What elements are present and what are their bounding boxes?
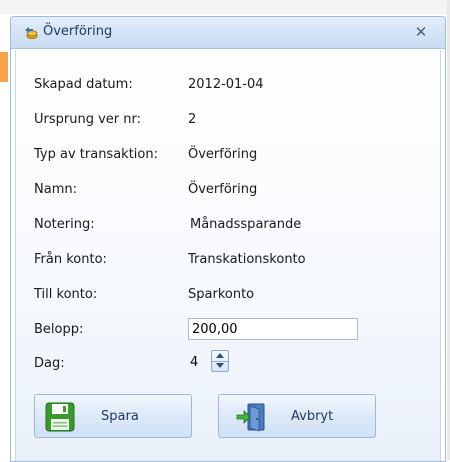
field-value: Sparkonto	[188, 287, 255, 302]
field-label: Typ av transaktion:	[34, 147, 158, 162]
background-strip	[0, 0, 450, 14]
arrow-up-icon	[216, 353, 224, 358]
cancel-button[interactable]: Avbryt	[218, 394, 376, 438]
field-value: Månadssparande	[190, 217, 302, 232]
field-label: Skapad datum:	[34, 77, 133, 92]
field-from-account: Från konto: Transkationskonto	[16, 250, 440, 270]
field-label: Från konto:	[34, 252, 107, 267]
field-label: Namn:	[34, 182, 77, 197]
field-label: Till konto:	[34, 287, 98, 302]
close-button[interactable]: ✕	[411, 23, 431, 41]
amount-label: Belopp:	[34, 322, 84, 337]
day-input[interactable]	[188, 352, 210, 372]
field-value: 2012-01-04	[188, 77, 264, 92]
field-value: Överföring	[188, 147, 258, 162]
cancel-button-label: Avbryt	[291, 409, 334, 424]
day-label: Dag:	[34, 356, 65, 371]
field-label: Ursprung ver nr:	[34, 112, 141, 127]
save-button[interactable]: Spara	[34, 394, 192, 438]
exit-door-icon	[235, 401, 267, 433]
transfer-coins-icon	[23, 24, 39, 40]
arrow-down-icon	[216, 363, 224, 368]
field-created-date: Skapad datum: 2012-01-04	[16, 75, 440, 95]
field-origin-ver-nr: Ursprung ver nr: 2	[16, 110, 440, 130]
save-button-label: Spara	[101, 409, 139, 424]
amount-input[interactable]	[188, 318, 358, 340]
stepper-down-button[interactable]	[212, 361, 228, 371]
floppy-disk-icon	[44, 401, 76, 433]
day-stepper[interactable]	[211, 350, 229, 372]
dialog-title: Överföring	[43, 24, 113, 39]
transfer-dialog: Överföring ✕ Skapad datum: 2012-01-04 Ur…	[10, 16, 446, 462]
field-label: Notering:	[34, 217, 95, 232]
field-note: Notering: Månadssparande	[16, 215, 440, 235]
field-value: Transkationskonto	[188, 252, 306, 267]
field-value: 2	[188, 112, 197, 127]
field-to-account: Till konto: Sparkonto	[16, 285, 440, 305]
dialog-body: Skapad datum: 2012-01-04 Ursprung ver nr…	[15, 50, 441, 461]
field-name: Namn: Överföring	[16, 180, 440, 200]
background-parent-window-accent	[0, 52, 8, 82]
title-bar[interactable]: Överföring ✕	[11, 17, 445, 49]
field-transaction-type: Typ av transaktion: Överföring	[16, 145, 440, 165]
field-value: Överföring	[188, 182, 258, 197]
